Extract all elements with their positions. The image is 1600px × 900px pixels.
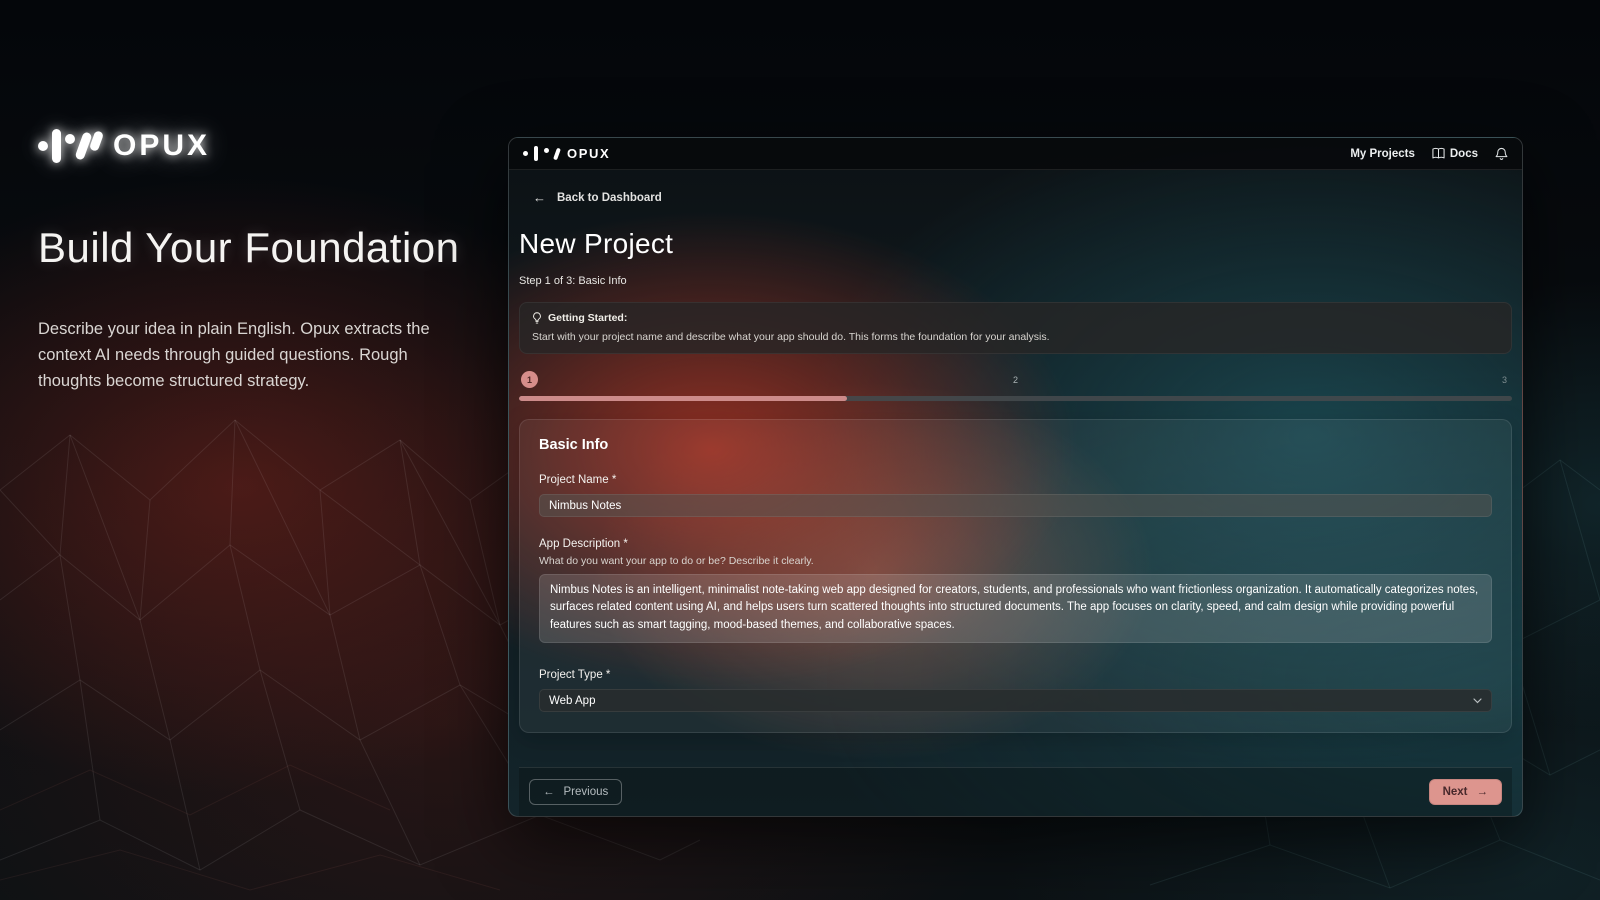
project-type-select[interactable]: Web App bbox=[539, 689, 1492, 712]
marketing-panel: OPUX Build Your Foundation Describe your… bbox=[38, 124, 468, 394]
nav-link-docs[interactable]: Docs bbox=[1432, 147, 1478, 160]
chevron-down-icon bbox=[1473, 698, 1482, 704]
brand-logo: OPUX bbox=[38, 124, 468, 168]
arrow-left-icon: ← bbox=[543, 786, 555, 798]
step-indicator: Step 1 of 3: Basic Info bbox=[519, 275, 1512, 287]
navbar-brand-text: OPUX bbox=[567, 146, 610, 161]
getting-started-tip: Getting Started: Start with your project… bbox=[519, 302, 1512, 354]
arrow-right-icon: → bbox=[1477, 786, 1489, 798]
project-type-label: Project Type * bbox=[539, 669, 1492, 681]
previous-button-label: Previous bbox=[564, 786, 609, 798]
page-headline: Build Your Foundation bbox=[38, 224, 468, 272]
navbar-brand[interactable]: OPUX bbox=[523, 146, 610, 161]
project-type-selected-value: Web App bbox=[549, 695, 595, 707]
lightbulb-icon bbox=[532, 312, 542, 324]
window-content: ← Back to Dashboard New Project Step 1 o… bbox=[509, 170, 1522, 816]
wizard-steps: 1 2 3 bbox=[519, 371, 1512, 389]
tip-body: Start with your project name and describ… bbox=[532, 331, 1499, 343]
step-badge-1[interactable]: 1 bbox=[521, 371, 538, 388]
app-description-help: What do you want your app to do or be? D… bbox=[539, 555, 1492, 567]
navbar-actions: My Projects Docs bbox=[1350, 147, 1508, 161]
next-button-label: Next bbox=[1443, 786, 1468, 798]
step-label-2: 2 bbox=[1013, 375, 1018, 385]
notifications-button[interactable] bbox=[1495, 147, 1508, 161]
step-label-3: 3 bbox=[1502, 375, 1507, 385]
opux-logo-icon bbox=[38, 126, 101, 166]
arrow-left-icon: ← bbox=[533, 190, 546, 205]
project-name-label: Project Name * bbox=[539, 474, 1492, 486]
project-name-input[interactable] bbox=[539, 494, 1492, 517]
page-title: New Project bbox=[519, 228, 1512, 260]
book-icon bbox=[1432, 147, 1445, 160]
page-description: Describe your idea in plain English. Opu… bbox=[38, 316, 452, 394]
top-navbar: OPUX My Projects Docs bbox=[509, 138, 1522, 170]
nav-link-my-projects[interactable]: My Projects bbox=[1350, 148, 1415, 160]
wizard-footer: ← Previous Next → bbox=[519, 767, 1512, 816]
back-to-dashboard-link[interactable]: ← Back to Dashboard bbox=[533, 190, 1512, 205]
card-title: Basic Info bbox=[539, 437, 1492, 453]
app-window: OPUX My Projects Docs ← Back to Dashboar… bbox=[508, 137, 1523, 817]
app-description-label: App Description * bbox=[539, 538, 1492, 550]
tip-title: Getting Started: bbox=[548, 312, 627, 324]
progress-fill bbox=[519, 396, 847, 401]
brand-name: OPUX bbox=[113, 129, 210, 163]
bell-icon bbox=[1495, 147, 1508, 161]
next-button[interactable]: Next → bbox=[1429, 779, 1502, 805]
back-to-dashboard-label: Back to Dashboard bbox=[557, 192, 662, 204]
previous-button[interactable]: ← Previous bbox=[529, 779, 622, 805]
progress-bar-track bbox=[519, 396, 1512, 401]
basic-info-card: Basic Info Project Name * App Descriptio… bbox=[519, 419, 1512, 733]
app-description-textarea[interactable]: Nimbus Notes is an intelligent, minimali… bbox=[539, 574, 1492, 643]
nav-link-docs-label: Docs bbox=[1450, 148, 1478, 160]
